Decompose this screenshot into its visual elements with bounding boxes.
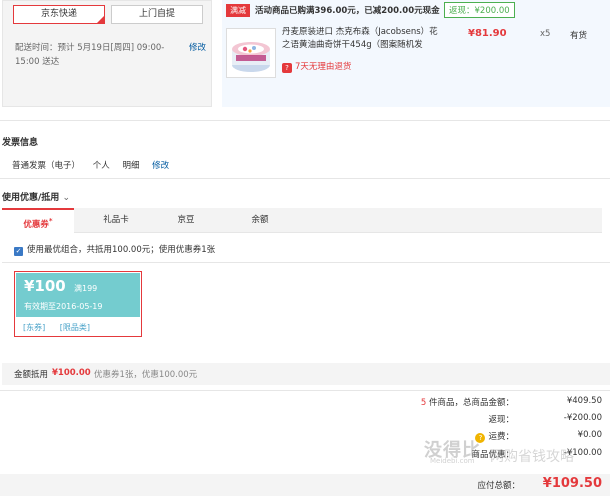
promo-tag: 满减: [226, 4, 250, 17]
product-price: ¥81.90: [468, 28, 507, 39]
summary-rebate-value: -¥200.00: [563, 413, 602, 423]
summary-goods-label: 5 件商品，总商品金额：: [421, 396, 514, 408]
coupon-tag-category[interactable]: [限品类]: [60, 323, 90, 332]
shipping-option-label: 上门自提: [138, 9, 175, 19]
coupon-tabs: 优惠券* 礼品卡 京豆 余额: [2, 208, 602, 233]
tab-gift-card[interactable]: 礼品卡: [80, 208, 152, 233]
chevron-down-icon: ⌄: [62, 193, 70, 203]
stock-status: 有货: [570, 31, 588, 41]
delivery-time: 配送时间：预计 5月19日[周四] 09:00-15:00 送达: [15, 41, 185, 69]
invoice-content: 明细: [122, 161, 140, 171]
tab-label: 优惠券: [23, 219, 49, 230]
return-policy: ? 7天无理由退货: [282, 60, 351, 73]
rebate-badge: 返现：¥200.00: [444, 2, 515, 18]
coupon-condition: 满199: [74, 284, 98, 293]
tab-label: 礼品卡: [103, 215, 129, 225]
summary-rebate: 返现： -¥200.00: [402, 413, 602, 427]
coupon-total-detail: 优惠券1张，优惠100.00元: [94, 370, 198, 380]
delivery-time-label: 配送时间：: [15, 43, 58, 53]
goods-panel: 满减 活动商品已购满396.00元，已减200.00元现金 返现：¥200.00…: [222, 0, 610, 107]
promo-text: 活动商品已购满396.00元，已减200.00元现金: [255, 6, 440, 16]
required-asterisk-icon: *: [48, 217, 53, 225]
payable-total-bar: 应付总额： ¥109.50: [0, 474, 610, 496]
product-thumbnail[interactable]: [226, 28, 276, 78]
tab-jd-beans[interactable]: 京豆: [150, 208, 222, 233]
coupon-card[interactable]: ¥100 满199 有效期至2016-05-19 [东券] [限品类]: [14, 271, 142, 337]
question-icon: ?: [282, 63, 292, 73]
best-combo-option[interactable]: ✓ 使用最优组合，共抵用100.00元；使用优惠券1张: [14, 243, 215, 256]
divider: [2, 262, 610, 263]
summary-shipping-label: ? 运费：: [475, 430, 514, 443]
coupon-amount: ¥100: [24, 277, 66, 295]
shipping-option-pickup[interactable]: 上门自提: [111, 5, 203, 24]
best-combo-text: 使用最优组合，共抵用100.00元；使用优惠券1张: [27, 245, 216, 255]
divider: [0, 390, 610, 391]
summary-goods-text: 件商品，总商品金额：: [426, 398, 514, 408]
coupon-section-title: 使用优惠/抵用: [2, 193, 60, 203]
coupon-tags: [东券] [限品类]: [23, 322, 102, 333]
coupon-total-bar: 金额抵用 ¥100.00 优惠券1张，优惠100.00元: [2, 363, 610, 385]
checkbox-checked-icon[interactable]: ✓: [14, 247, 23, 256]
selected-corner-icon: [97, 16, 104, 23]
tab-coupons[interactable]: 优惠券*: [2, 208, 74, 233]
invoice-info: 普通发票（电子） 个人 明细 修改: [12, 159, 179, 171]
shipping-option-label: 京东快递: [40, 9, 77, 19]
coupon-section-toggle[interactable]: 使用优惠/抵用 ⌄: [2, 190, 70, 203]
payable-total-value: ¥109.50: [542, 476, 602, 491]
delivery-time-edit-link[interactable]: 修改: [189, 41, 206, 53]
summary-goods-total: 5 件商品，总商品金额： ¥409.50: [402, 396, 602, 410]
product-name-link[interactable]: 丹麦原装进口 杰克布森（Jacobsens）花之语黄油曲奇饼干454g（图案随机…: [282, 26, 442, 52]
coupon-total-value: ¥100.00: [52, 368, 91, 378]
tab-label: 京豆: [177, 215, 195, 225]
summary-goods-value: ¥409.50: [566, 396, 602, 406]
coupon-tag-jd[interactable]: [东券]: [23, 323, 45, 332]
summary-shipping-text: 运费：: [488, 432, 514, 442]
coupon-expiry: 有效期至2016-05-19: [24, 302, 103, 311]
coupon-total-label: 金额抵用: [14, 370, 49, 380]
coupon-card-header: ¥100 满199 有效期至2016-05-19: [16, 273, 140, 317]
tab-balance[interactable]: 余额: [224, 208, 296, 233]
summary-rebate-label: 返现：: [488, 415, 514, 425]
summary-shipping-value: ¥0.00: [577, 430, 602, 440]
invoice-type: 普通发票（电子）: [12, 161, 81, 171]
cookie-tin-image: [232, 42, 270, 72]
divider: [0, 120, 610, 121]
watermark-slogan: 网购省钱攻略: [490, 449, 574, 465]
shipping-option-jd-express[interactable]: 京东快递: [13, 5, 105, 24]
watermark-url: Meidebi.com: [430, 457, 475, 465]
invoice-section-title: 发票信息: [2, 138, 39, 148]
product-quantity: x5: [540, 29, 551, 39]
invoice-holder: 个人: [92, 161, 110, 171]
tab-label: 余额: [251, 215, 269, 225]
shipping-panel: 京东快递 上门自提 配送时间：预计 5月19日[周四] 09:00-15:00 …: [2, 0, 212, 107]
invoice-edit-link[interactable]: 修改: [152, 161, 169, 171]
divider: [0, 178, 610, 179]
return-policy-text: 7天无理由退货: [295, 62, 352, 72]
payable-total-label: 应付总额：: [477, 481, 520, 491]
